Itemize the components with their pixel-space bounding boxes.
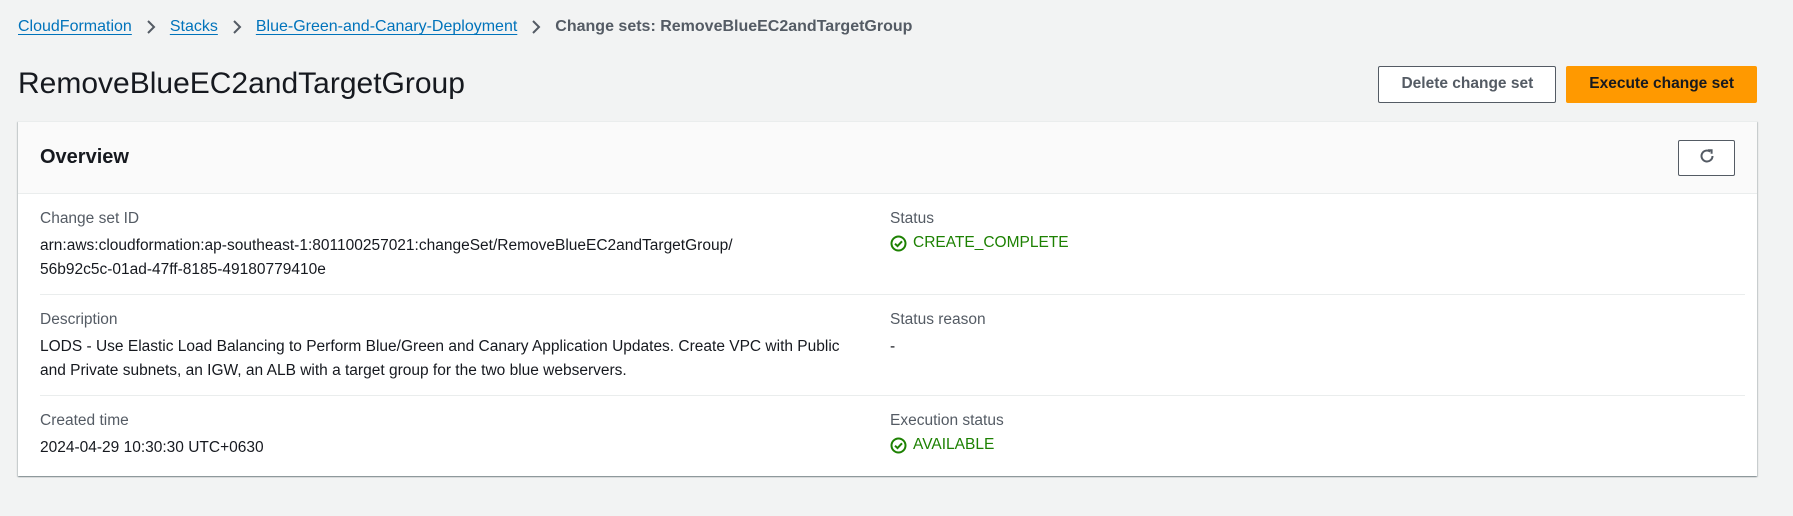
overview-row: Description LODS - Use Elastic Load Bala…: [40, 295, 1745, 396]
overview-row: Change set ID arn:aws:cloudformation:ap-…: [40, 194, 1745, 295]
description-line1: LODS - Use Elastic Load Balancing to Per…: [40, 338, 840, 355]
status-text: CREATE_COMPLETE: [913, 234, 1069, 251]
breadcrumb-stack-name[interactable]: Blue-Green-and-Canary-Deployment: [256, 18, 517, 36]
description-value: LODS - Use Elastic Load Balancing to Per…: [40, 335, 890, 383]
change-set-id-line1: arn:aws:cloudformation:ap-southeast-1:80…: [40, 237, 733, 254]
delete-change-set-button[interactable]: Delete change set: [1378, 65, 1557, 103]
breadcrumb-stacks[interactable]: Stacks: [170, 18, 218, 36]
breadcrumb-current: Change sets: RemoveBlueEC2andTargetGroup: [555, 18, 913, 35]
change-set-id-line2: 56b92c5c-01ad-47ff-8185-49180779410e: [40, 261, 326, 278]
status-reason-field: Status reason -: [890, 311, 1745, 383]
execution-status-text: AVAILABLE: [913, 436, 995, 453]
status-reason-label: Status reason: [890, 311, 986, 328]
breadcrumb: CloudFormation Stacks Blue-Green-and-Can…: [18, 0, 1775, 54]
overview-header: Overview: [18, 122, 1757, 194]
change-set-id-value: arn:aws:cloudformation:ap-southeast-1:80…: [40, 234, 890, 282]
overview-title: Overview: [40, 146, 129, 168]
page-title: RemoveBlueEC2andTargetGroup: [18, 67, 465, 100]
description-line2: and Private subnets, an IGW, an ALB with…: [40, 362, 627, 379]
header-actions: Delete change set Execute change set: [1378, 65, 1757, 103]
status-value: CREATE_COMPLETE: [890, 234, 1745, 252]
status-reason-value: -: [890, 338, 896, 355]
check-circle-icon: [890, 437, 907, 454]
overview-panel: Overview Change set ID arn:aws:cloudform…: [18, 121, 1757, 476]
created-time-field: Created time 2024-04-29 10:30:30 UTC+063…: [40, 412, 890, 460]
change-set-id-label: Change set ID: [40, 210, 140, 227]
created-time-value: 2024-04-29 10:30:30 UTC+0630: [40, 439, 264, 456]
execution-status-value: AVAILABLE: [890, 436, 1745, 454]
page-header: RemoveBlueEC2andTargetGroup Delete chang…: [18, 54, 1775, 114]
chevron-right-icon: [146, 19, 156, 35]
created-time-label: Created time: [40, 412, 129, 429]
page: CloudFormation Stacks Blue-Green-and-Can…: [0, 0, 1793, 516]
overview-body: Change set ID arn:aws:cloudformation:ap-…: [18, 194, 1757, 476]
status-field: Status CREATE_COMPLETE: [890, 210, 1745, 282]
check-circle-icon: [890, 235, 907, 252]
chevron-right-icon: [531, 19, 541, 35]
execution-status-field: Execution status AVAILABLE: [890, 412, 1745, 460]
description-field: Description LODS - Use Elastic Load Bala…: [40, 311, 890, 383]
execute-change-set-button[interactable]: Execute change set: [1566, 65, 1757, 103]
refresh-button[interactable]: [1678, 139, 1735, 176]
status-label: Status: [890, 210, 934, 227]
description-label: Description: [40, 311, 118, 328]
change-set-id-field: Change set ID arn:aws:cloudformation:ap-…: [40, 210, 890, 282]
execution-status-label: Execution status: [890, 412, 1004, 429]
refresh-icon: [1698, 147, 1716, 168]
chevron-right-icon: [232, 19, 242, 35]
breadcrumb-cloudformation[interactable]: CloudFormation: [18, 18, 132, 36]
overview-row: Created time 2024-04-29 10:30:30 UTC+063…: [40, 396, 1745, 476]
